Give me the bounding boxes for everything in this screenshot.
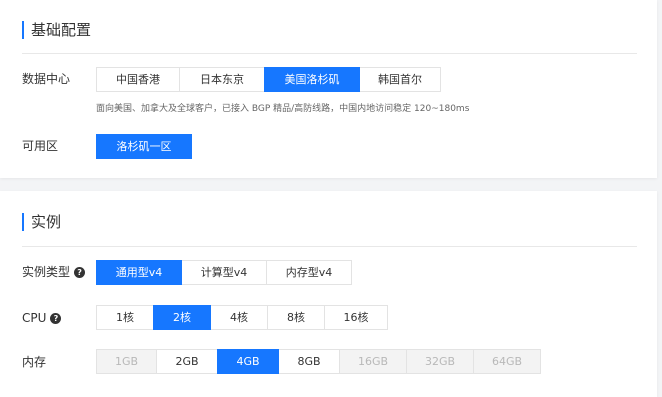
memory-option: 1GB [96, 349, 157, 374]
datacenter-option[interactable]: 美国洛杉矶 [264, 67, 360, 92]
datacenter-option[interactable]: 中国香港 [96, 67, 180, 92]
zone-label: 可用区 [22, 139, 59, 153]
cpu-option[interactable]: 1核 [96, 305, 154, 330]
section-divider [22, 53, 637, 54]
help-circle-icon[interactable]: ? [50, 312, 62, 324]
datacenter-selector: 中国香港 日本东京 美国洛杉矶 韩国首尔 [96, 67, 441, 92]
cpu-option[interactable]: 8核 [267, 305, 325, 330]
memory-option[interactable]: 2GB [156, 349, 218, 374]
memory-option[interactable]: 8GB [278, 349, 340, 374]
memory-option: 64GB [473, 349, 541, 374]
instance-type-option[interactable]: 通用型v4 [96, 260, 182, 285]
memory-option: 16GB [339, 349, 407, 374]
cpu-label-text: CPU [22, 311, 47, 325]
cpu-option[interactable]: 2核 [153, 305, 211, 330]
cpu-selector: 1核 2核 4核 8核 16核 [96, 305, 388, 330]
cpu-option[interactable]: 4核 [210, 305, 268, 330]
section-divider [22, 246, 637, 247]
help-circle-icon[interactable]: ? [74, 266, 86, 278]
datacenter-option[interactable]: 日本东京 [179, 67, 265, 92]
basic-config-card: 基础配置 数据中心 中国香港 日本东京 美国洛杉矶 韩国首尔 面向美国、加拿大及… [0, 0, 657, 178]
datacenter-label: 数据中心 [22, 72, 71, 86]
instance-card: 实例 实例类型 ? 通用型v4 计算型v4 内存型v4 CPU ? 1核 2核 … [0, 191, 657, 397]
memory-option[interactable]: 4GB [217, 349, 279, 374]
instance-title: 实例 [22, 213, 61, 231]
instance-type-selector: 通用型v4 计算型v4 内存型v4 [96, 260, 352, 285]
datacenter-description: 面向美国、加拿大及全球客户，已接入 BGP 精品/高防线路，中国内地访问稳定 1… [96, 104, 470, 114]
cpu-option[interactable]: 16核 [324, 305, 388, 330]
memory-selector: 1GB 2GB 4GB 8GB 16GB 32GB 64GB [96, 349, 541, 374]
datacenter-option[interactable]: 韩国首尔 [359, 67, 441, 92]
instance-type-option[interactable]: 内存型v4 [266, 260, 352, 285]
instance-type-label-text: 实例类型 [22, 265, 71, 279]
basic-config-title: 基础配置 [22, 21, 91, 39]
memory-label: 内存 [22, 355, 47, 369]
instance-type-option[interactable]: 计算型v4 [181, 260, 267, 285]
memory-option: 32GB [406, 349, 474, 374]
cpu-label: CPU ? [22, 310, 62, 326]
zone-option-selected[interactable]: 洛杉矶一区 [96, 134, 192, 159]
instance-type-label: 实例类型 ? [22, 264, 86, 280]
